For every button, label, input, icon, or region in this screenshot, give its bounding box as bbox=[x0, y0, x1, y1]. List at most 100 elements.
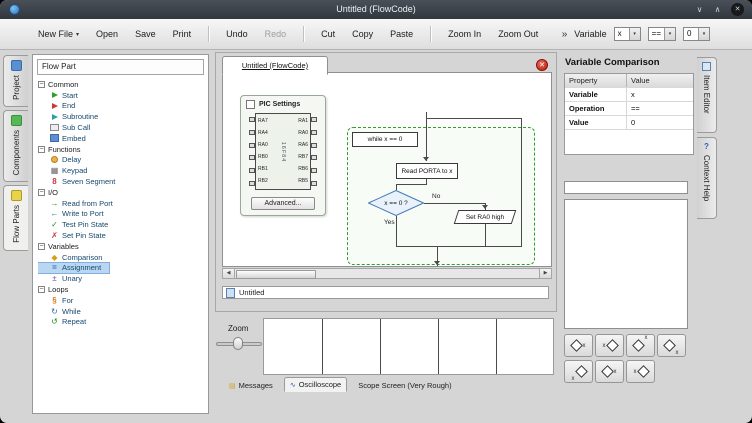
tree-item-read-from-port[interactable]: →Read from Port bbox=[38, 198, 206, 209]
tree-item-for[interactable]: §For bbox=[38, 295, 206, 306]
tab-project[interactable]: Project bbox=[3, 55, 28, 107]
variable-name-select[interactable]: x ▾ bbox=[614, 27, 641, 41]
print-button[interactable]: Print bbox=[173, 29, 192, 39]
pic-settings-checkbox[interactable] bbox=[246, 100, 255, 109]
tree-group-common[interactable]: −Common bbox=[38, 79, 206, 90]
collapse-icon[interactable]: − bbox=[38, 189, 45, 196]
new-file-button[interactable]: New File▾ bbox=[38, 29, 79, 39]
tab-context-help[interactable]: ? Context Help bbox=[697, 137, 717, 219]
tree-item-set-pin-state[interactable]: ✗Set Pin State bbox=[38, 230, 206, 241]
tree-item-test-pin-state[interactable]: ✓Test Pin State bbox=[38, 219, 206, 230]
tab-scope-screen[interactable]: Scope Screen (Very Rough) bbox=[353, 379, 456, 392]
value-cell[interactable]: x bbox=[627, 88, 693, 101]
tree-group-loops[interactable]: −Loops bbox=[38, 284, 206, 295]
tree-item-while[interactable]: ↻While bbox=[38, 306, 206, 317]
shape-template-button-3[interactable]: x bbox=[626, 334, 655, 357]
x-mark-icon: x bbox=[603, 343, 606, 349]
tree-item-write-to-port[interactable]: ←Write to Port bbox=[38, 209, 206, 220]
dropdown-icon[interactable]: ▾ bbox=[664, 28, 675, 40]
x-mark-icon: x bbox=[645, 335, 648, 341]
collapse-icon[interactable]: − bbox=[38, 243, 45, 250]
value-select[interactable]: 0 ▾ bbox=[683, 27, 710, 41]
advanced-button[interactable]: Advanced... bbox=[251, 197, 315, 210]
tree-item-label: Write to Port bbox=[62, 209, 104, 218]
minimize-icon[interactable]: ∨ bbox=[693, 3, 706, 16]
collapse-icon[interactable]: − bbox=[38, 286, 45, 293]
value-cell[interactable]: == bbox=[627, 102, 693, 115]
tab-item-editor[interactable]: Item Editor bbox=[697, 57, 717, 133]
zoom-out-button[interactable]: Zoom Out bbox=[498, 29, 538, 39]
shape-template-button-6[interactable]: x bbox=[595, 360, 624, 383]
tree-group-variables[interactable]: −Variables bbox=[38, 241, 206, 252]
close-icon[interactable]: ✕ bbox=[731, 3, 744, 16]
set-ra0-block[interactable]: Set RA0 high bbox=[456, 210, 514, 224]
decision-block[interactable]: x == 0 ? bbox=[368, 190, 424, 216]
tree-item-comparison[interactable]: ◆Comparison bbox=[38, 252, 206, 263]
operation-select[interactable]: == ▾ bbox=[648, 27, 676, 41]
flow-connector bbox=[424, 203, 485, 204]
save-button[interactable]: Save bbox=[135, 29, 156, 39]
tree-item-subroutine[interactable]: Subroutine bbox=[38, 111, 206, 122]
test-pin-icon: ✓ bbox=[50, 220, 59, 229]
maximize-icon[interactable]: ∧ bbox=[711, 3, 724, 16]
canvas-horizontal-scrollbar[interactable]: ◀ ▶ bbox=[222, 268, 552, 279]
zoom-in-button[interactable]: Zoom In bbox=[448, 29, 481, 39]
shape-template-button-7[interactable]: x bbox=[626, 360, 655, 383]
shape-template-button-1[interactable]: x bbox=[564, 334, 593, 357]
tree-item-delay[interactable]: Delay bbox=[38, 155, 206, 166]
tab-components[interactable]: Components bbox=[3, 110, 28, 182]
scroll-right-icon[interactable]: ▶ bbox=[539, 269, 551, 278]
cut-button[interactable]: Cut bbox=[321, 29, 335, 39]
flow-part-panel-title: Flow Part bbox=[37, 59, 204, 75]
scrollbar-thumb[interactable] bbox=[236, 270, 316, 279]
property-cell: Operation bbox=[565, 102, 627, 115]
tree-item-unary[interactable]: ±Unary bbox=[38, 273, 206, 284]
zoom-slider-thumb[interactable] bbox=[233, 337, 243, 350]
tree-item-end[interactable]: End bbox=[38, 101, 206, 112]
tab-messages[interactable]: ▤ Messages bbox=[224, 379, 278, 392]
tree-item-sub-call[interactable]: Sub Call bbox=[38, 122, 206, 133]
app-window: Untitled (FlowCode) ∨ ∧ ✕ New File▾ Open… bbox=[0, 0, 752, 423]
paste-button[interactable]: Paste bbox=[390, 29, 413, 39]
value-cell[interactable]: 0 bbox=[627, 116, 693, 129]
undo-button[interactable]: Undo bbox=[226, 29, 248, 39]
pic-settings-panel[interactable]: PIC Settings RA7 RA4 RA0 RB0 RB1 RB2 16F… bbox=[240, 95, 326, 216]
while-loop-block[interactable]: while x == 0 bbox=[352, 132, 418, 147]
tree-item-embed[interactable]: Embed bbox=[38, 133, 206, 144]
tree-item-assignment[interactable]: =Assignment bbox=[38, 263, 109, 274]
tree-item-start[interactable]: Start bbox=[38, 90, 206, 101]
scroll-left-icon[interactable]: ◀ bbox=[223, 269, 235, 278]
document-tab[interactable]: Untitled (FlowCode) bbox=[222, 56, 328, 75]
tree-group-io[interactable]: −I/O bbox=[38, 187, 206, 198]
tab-oscilloscope[interactable]: ∿ Oscilloscope bbox=[284, 377, 347, 392]
tree-item-keypad[interactable]: ▦Keypad bbox=[38, 165, 206, 176]
tree-item-repeat[interactable]: ↺Repeat bbox=[38, 317, 206, 328]
collapse-icon[interactable]: − bbox=[38, 146, 45, 153]
flowchart-name-field[interactable]: Untitled bbox=[222, 286, 549, 299]
open-button[interactable]: Open bbox=[96, 29, 118, 39]
table-empty-area bbox=[565, 129, 693, 154]
pic-chip: RA7 RA4 RA0 RB0 RB1 RB2 16F84 RA1 RA0 RA… bbox=[249, 113, 317, 190]
collapse-icon[interactable]: − bbox=[38, 81, 45, 88]
oscilloscope-icon: ∿ bbox=[290, 381, 296, 389]
toolbar-overflow-icon[interactable]: » bbox=[562, 29, 568, 40]
dropdown-icon[interactable]: ▾ bbox=[629, 28, 640, 40]
column-header-property: Property bbox=[565, 74, 627, 87]
dropdown-icon[interactable]: ▾ bbox=[698, 28, 709, 40]
tree-item-seven-segment[interactable]: 8Seven Segment bbox=[38, 176, 206, 187]
shape-template-button-4[interactable]: x bbox=[657, 334, 686, 357]
tree-group-functions[interactable]: −Functions bbox=[38, 144, 206, 155]
shape-template-button-5[interactable]: x bbox=[564, 360, 593, 383]
tree-group-label: Functions bbox=[48, 145, 81, 154]
components-icon bbox=[11, 115, 22, 126]
pin-label: RB5 bbox=[298, 179, 308, 184]
flow-arrow-icon bbox=[434, 261, 440, 265]
tree-item-label: Set Pin State bbox=[62, 231, 106, 240]
item-editor-text-field[interactable] bbox=[564, 181, 688, 194]
copy-button[interactable]: Copy bbox=[352, 29, 373, 39]
tab-flow-parts[interactable]: Flow Parts bbox=[3, 185, 28, 251]
close-document-icon[interactable]: ✕ bbox=[536, 59, 548, 71]
shape-template-button-2[interactable]: x bbox=[595, 334, 624, 357]
flow-part-panel: Flow Part −Common Start End Subroutine S… bbox=[32, 54, 209, 414]
read-porta-block[interactable]: Read PORTA to x bbox=[396, 163, 458, 179]
